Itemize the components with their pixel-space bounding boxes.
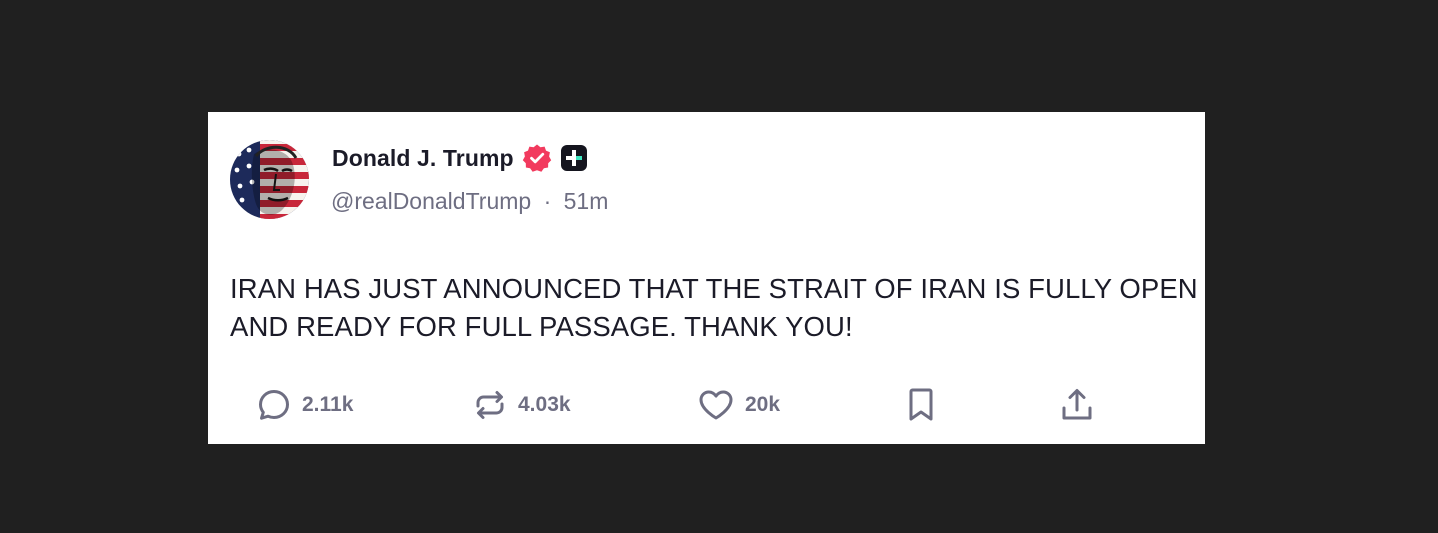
retruth-icon (476, 391, 504, 419)
post-timestamp[interactable]: 51m (564, 188, 609, 214)
reply-icon (259, 390, 289, 420)
share-button[interactable] (1059, 386, 1095, 424)
post-text: IRAN HAS JUST ANNOUNCED THAT THE STRAIT … (230, 273, 1198, 342)
author-display-name[interactable]: Donald J. Trump (332, 145, 514, 172)
post-card: Donald J. Trump @realDonaldTrump · 51m I… (208, 112, 1205, 444)
reply-button[interactable]: 2.11k (256, 386, 353, 424)
like-count: 20k (745, 393, 781, 416)
author-name-row: Donald J. Trump (332, 143, 588, 173)
retruth-count: 4.03k (518, 393, 571, 416)
bookmark-button[interactable] (904, 386, 938, 424)
retruth-button[interactable]: 4.03k (472, 386, 571, 424)
like-button[interactable]: 20k (697, 386, 780, 424)
truth-plus-icon (560, 144, 588, 172)
verified-badge-icon (522, 143, 552, 173)
bookmark-icon (909, 388, 933, 421)
avatar[interactable] (230, 140, 309, 219)
flag-portrait-avatar (230, 140, 309, 219)
heart-icon (699, 390, 733, 420)
reply-count: 2.11k (302, 393, 354, 416)
meta-separator: · (543, 188, 552, 214)
share-icon (1062, 389, 1092, 420)
author-meta-row: @realDonaldTrump · 51m (331, 188, 608, 215)
author-handle[interactable]: @realDonaldTrump (331, 188, 531, 214)
